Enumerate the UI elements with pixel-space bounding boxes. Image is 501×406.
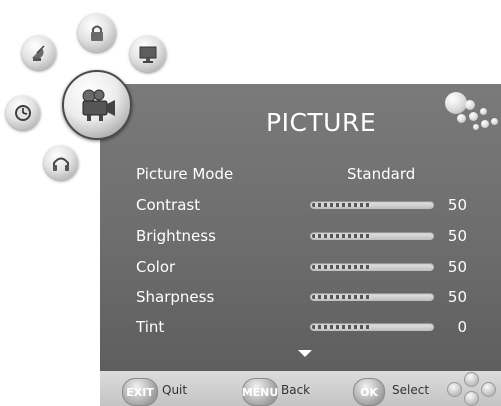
sharpness-slider[interactable] — [310, 293, 434, 301]
contrast-fill — [312, 203, 372, 207]
contrast-label[interactable]: Contrast — [136, 196, 200, 214]
brightness-value: 50 — [447, 227, 467, 245]
satellite-dish-icon — [32, 45, 45, 61]
ok-key-icon[interactable]: OK — [353, 378, 385, 406]
picture-mode-label[interactable]: Picture Mode — [136, 165, 233, 183]
color-slider[interactable] — [310, 263, 434, 271]
menu-title: PICTURE — [266, 108, 377, 137]
color-value: 50 — [447, 258, 467, 276]
monitor-icon — [139, 46, 157, 63]
sharpness-label[interactable]: Sharpness — [136, 288, 214, 306]
color-label[interactable]: Color — [136, 258, 175, 276]
tint-value: 0 — [457, 318, 467, 336]
color-fill — [312, 265, 372, 269]
picture-mode-value[interactable]: Standard — [347, 165, 415, 183]
tint-fill — [312, 325, 372, 329]
lock-icon — [91, 25, 103, 41]
select-label: Select — [392, 383, 430, 397]
navigation-keys-icon — [443, 372, 499, 406]
exit-key-icon[interactable]: EXIT — [122, 378, 158, 406]
brightness-label[interactable]: Brightness — [136, 227, 216, 245]
category-picture[interactable] — [62, 70, 132, 140]
category-lock[interactable] — [78, 14, 116, 52]
headphones-icon — [53, 157, 69, 171]
scroll-down-arrow-icon[interactable] — [298, 350, 312, 357]
category-channel[interactable] — [22, 36, 56, 70]
sharpness-fill — [312, 295, 372, 299]
tint-slider[interactable] — [310, 323, 434, 331]
tint-label[interactable]: Tint — [136, 318, 164, 336]
bubbles-logo-icon — [443, 88, 501, 138]
camcorder-icon — [82, 89, 115, 121]
clock-icon — [15, 105, 31, 121]
sharpness-value: 50 — [447, 288, 467, 306]
quit-label: Quit — [162, 383, 188, 397]
brightness-slider[interactable] — [310, 232, 434, 240]
category-time[interactable] — [6, 96, 40, 130]
contrast-value: 50 — [447, 196, 467, 214]
category-screen[interactable] — [130, 36, 166, 72]
category-audio[interactable] — [44, 146, 78, 180]
menu-key-icon[interactable]: MENU — [242, 378, 278, 406]
back-label: Back — [281, 383, 311, 397]
contrast-slider[interactable] — [310, 201, 434, 209]
brightness-fill — [312, 234, 372, 238]
